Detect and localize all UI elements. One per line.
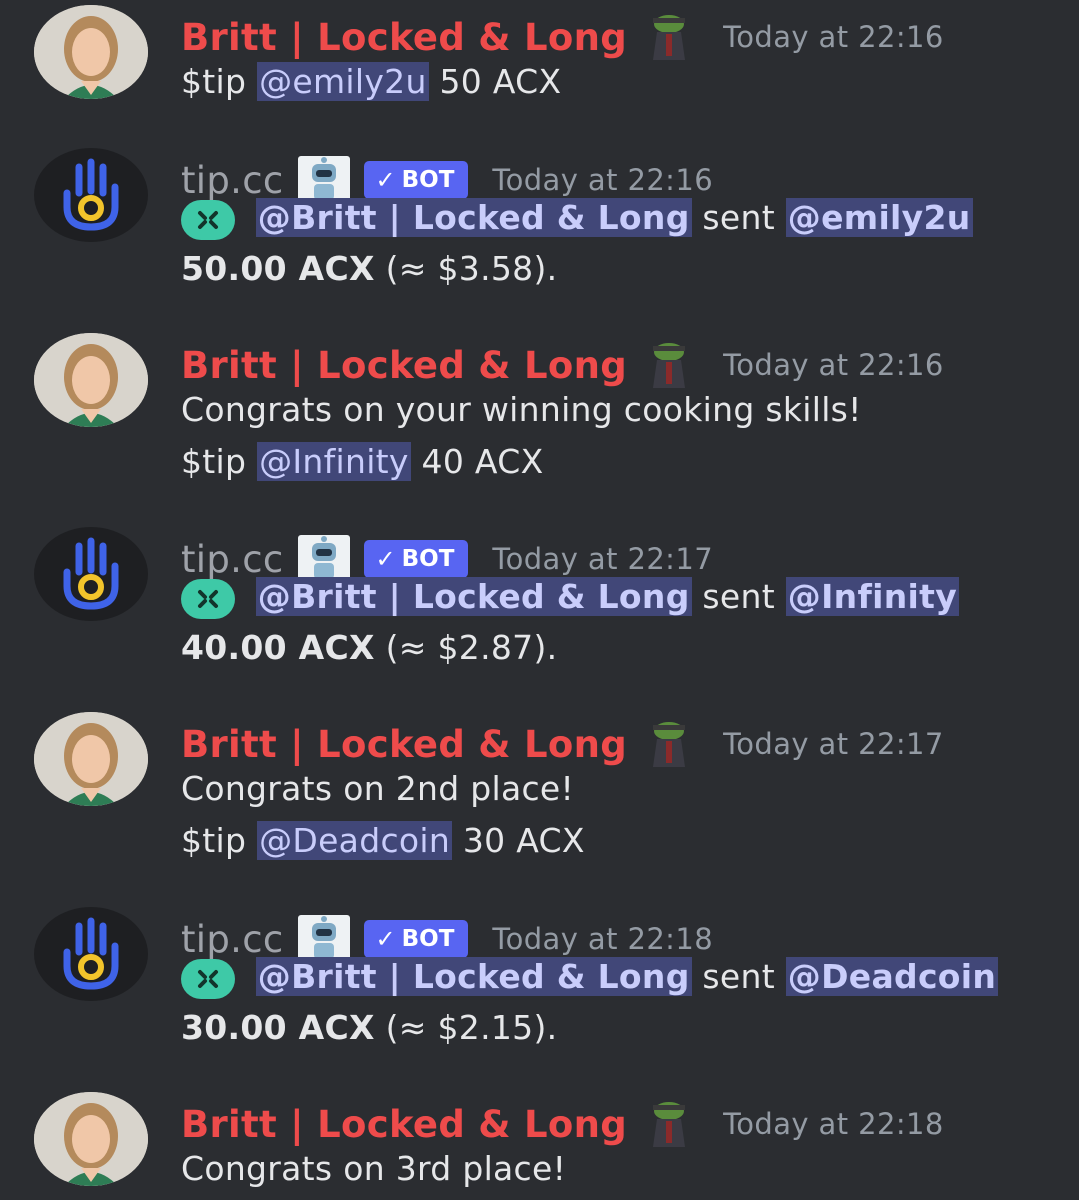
- message-2: tip.cc ✓ BOT Today at 22:16 @Britt | Loc…: [0, 143, 1079, 313]
- pepe-frog-icon: [639, 719, 699, 769]
- message-content: @Britt | Locked & Long sent @Infinity: [181, 577, 960, 619]
- robot-icon: [297, 915, 350, 963]
- message-content: @Britt | Locked & Long sent @Deadcoin: [181, 957, 999, 999]
- message-header: Britt | Locked & Long Today at 22:17: [181, 719, 944, 769]
- user-avatar[interactable]: [34, 5, 148, 99]
- bot-avatar[interactable]: [34, 527, 148, 621]
- message-header: Britt | Locked & Long Today at 22:18: [181, 1099, 944, 1149]
- user-avatar[interactable]: [34, 1092, 148, 1186]
- author-name[interactable]: tip.cc: [181, 538, 284, 581]
- message-content: 50.00 ACX (≈ $3.58).: [181, 249, 557, 288]
- author-name[interactable]: tip.cc: [181, 159, 284, 202]
- bot-tag: ✓ BOT: [363, 920, 469, 958]
- bot-tag: ✓ BOT: [363, 540, 469, 578]
- tipcc-hand-icon: [63, 537, 119, 610]
- message-content: 30.00 ACX (≈ $2.15).: [181, 1008, 557, 1047]
- timestamp: Today at 22:18: [492, 922, 714, 956]
- bot-avatar[interactable]: [34, 148, 148, 242]
- user-mention[interactable]: @Deadcoin: [785, 957, 999, 996]
- timestamp: Today at 22:16: [492, 163, 714, 197]
- timestamp: Today at 22:17: [492, 542, 714, 576]
- user-mention[interactable]: @Infinity: [257, 442, 411, 481]
- bot-tag-label: BOT: [401, 926, 455, 952]
- checkmark-icon: ✓: [375, 545, 396, 573]
- message-content: @Britt | Locked & Long sent @emily2u: [181, 198, 973, 240]
- tipcc-hand-icon: [63, 917, 119, 990]
- pepe-frog-icon: [639, 1099, 699, 1149]
- text: 40 ACX: [421, 442, 544, 481]
- user-mention[interactable]: @Deadcoin: [257, 821, 453, 860]
- timestamp: Today at 22:18: [723, 1107, 944, 1141]
- text: 50 ACX: [439, 62, 562, 101]
- user-mention[interactable]: @emily2u: [785, 198, 973, 237]
- message-4: tip.cc ✓ BOT Today at 22:17 @Britt | Loc…: [0, 522, 1079, 692]
- message-content: $tip @emily2u 50 ACX: [181, 62, 561, 101]
- message-6: tip.cc ✓ BOT Today at 22:18 @Britt | Loc…: [0, 902, 1079, 1072]
- timestamp: Today at 22:17: [723, 727, 944, 761]
- author-name[interactable]: Britt | Locked & Long: [181, 16, 627, 59]
- message-content: Congrats on your winning cooking skills!: [181, 390, 862, 429]
- text: 30 ACX: [462, 821, 585, 860]
- message-3: Britt | Locked & Long Today at 22:16 Con…: [0, 328, 1079, 498]
- tipcc-hand-icon: [63, 158, 119, 231]
- timestamp: Today at 22:16: [723, 348, 944, 382]
- message-5: Britt | Locked & Long Today at 22:17 Con…: [0, 707, 1079, 877]
- robot-icon: [297, 156, 350, 204]
- message-content: $tip @Infinity 40 ACX: [181, 442, 543, 481]
- pepe-frog-icon: [639, 12, 699, 62]
- message-header: Britt | Locked & Long Today at 22:16: [181, 340, 944, 390]
- acx-x-emoji-icon: [181, 578, 235, 619]
- message-content: $tip @Deadcoin 30 ACX: [181, 821, 585, 860]
- author-name[interactable]: Britt | Locked & Long: [181, 344, 627, 387]
- text: $tip: [181, 62, 247, 101]
- text: sent: [702, 198, 775, 237]
- value: (≈ $2.15).: [385, 1008, 558, 1047]
- checkmark-icon: ✓: [375, 166, 396, 194]
- text: sent: [702, 957, 775, 996]
- value: (≈ $2.87).: [385, 628, 558, 667]
- message-7: Britt | Locked & Long Today at 22:18 Con…: [0, 1087, 1079, 1200]
- message-content: Congrats on 2nd place!: [181, 769, 575, 808]
- acx-x-emoji-icon: [181, 199, 235, 240]
- checkmark-icon: ✓: [375, 925, 396, 953]
- text: sent: [702, 577, 775, 616]
- pepe-frog-icon: [639, 340, 699, 390]
- bot-tag-label: BOT: [401, 167, 455, 193]
- bot-tag-label: BOT: [401, 546, 455, 572]
- user-mention[interactable]: @Britt | Locked & Long: [255, 198, 692, 237]
- amount: 50.00 ACX: [181, 249, 375, 288]
- message-content: Congrats on 3rd place!: [181, 1149, 567, 1188]
- amount: 40.00 ACX: [181, 628, 375, 667]
- author-name[interactable]: Britt | Locked & Long: [181, 1103, 627, 1146]
- value: (≈ $3.58).: [385, 249, 558, 288]
- author-name[interactable]: tip.cc: [181, 918, 284, 961]
- acx-x-emoji-icon: [181, 958, 235, 999]
- message-content: 40.00 ACX (≈ $2.87).: [181, 628, 557, 667]
- text: $tip: [181, 442, 247, 481]
- message-header: Britt | Locked & Long Today at 22:16: [181, 12, 944, 62]
- bot-tag: ✓ BOT: [363, 161, 469, 199]
- text: $tip: [181, 821, 247, 860]
- bot-avatar[interactable]: [34, 907, 148, 1001]
- amount: 30.00 ACX: [181, 1008, 375, 1047]
- user-mention[interactable]: @emily2u: [257, 62, 429, 101]
- timestamp: Today at 22:16: [723, 20, 944, 54]
- user-avatar[interactable]: [34, 712, 148, 806]
- robot-icon: [297, 535, 350, 583]
- author-name[interactable]: Britt | Locked & Long: [181, 723, 627, 766]
- user-mention[interactable]: @Britt | Locked & Long: [255, 577, 692, 616]
- user-avatar[interactable]: [34, 333, 148, 427]
- user-mention[interactable]: @Britt | Locked & Long: [255, 957, 692, 996]
- user-mention[interactable]: @Infinity: [785, 577, 960, 616]
